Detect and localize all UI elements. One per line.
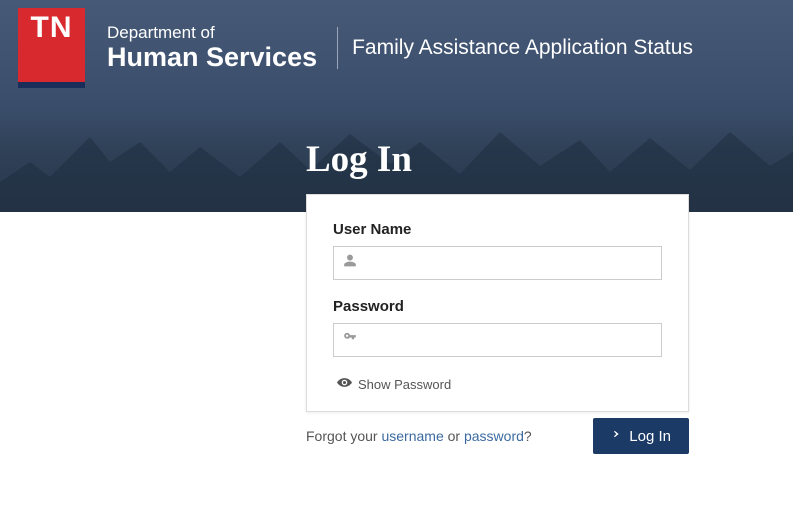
forgot-prefix: Forgot your bbox=[306, 428, 381, 444]
forgot-username-link[interactable]: username bbox=[381, 428, 443, 444]
login-button-label: Log In bbox=[629, 428, 671, 445]
logo-text: Department of Human Services bbox=[85, 8, 325, 88]
password-input-wrap bbox=[333, 323, 662, 357]
arrow-right-icon bbox=[607, 427, 621, 445]
eye-icon bbox=[337, 375, 352, 393]
password-input[interactable] bbox=[333, 323, 662, 357]
username-input[interactable] bbox=[333, 246, 662, 280]
forgot-suffix: ? bbox=[524, 428, 532, 444]
show-password-toggle[interactable]: Show Password bbox=[337, 375, 662, 393]
logo-dept-name: Human Services bbox=[107, 43, 317, 73]
key-icon bbox=[343, 331, 357, 350]
login-button[interactable]: Log In bbox=[593, 418, 689, 454]
login-card: User Name Password Show Password bbox=[306, 194, 689, 412]
logo: TN Department of Human Services bbox=[18, 8, 325, 88]
app-title: Family Assistance Application Status bbox=[352, 36, 693, 60]
username-label: User Name bbox=[333, 221, 662, 238]
forgot-text: Forgot your username or password? bbox=[306, 428, 532, 444]
below-card-row: Forgot your username or password? Log In bbox=[306, 418, 689, 454]
logo-state-mark: TN bbox=[18, 8, 85, 88]
forgot-password-link[interactable]: password bbox=[464, 428, 524, 444]
password-label: Password bbox=[333, 298, 662, 315]
forgot-or: or bbox=[444, 428, 464, 444]
hero-banner: TN Department of Human Services Family A… bbox=[0, 0, 793, 212]
username-input-wrap bbox=[333, 246, 662, 280]
header-divider bbox=[337, 27, 338, 69]
show-password-label: Show Password bbox=[358, 377, 451, 392]
header-row: TN Department of Human Services Family A… bbox=[0, 0, 793, 88]
page-title: Log In bbox=[306, 138, 793, 181]
user-icon bbox=[343, 254, 357, 273]
logo-dept-line: Department of bbox=[107, 24, 317, 43]
